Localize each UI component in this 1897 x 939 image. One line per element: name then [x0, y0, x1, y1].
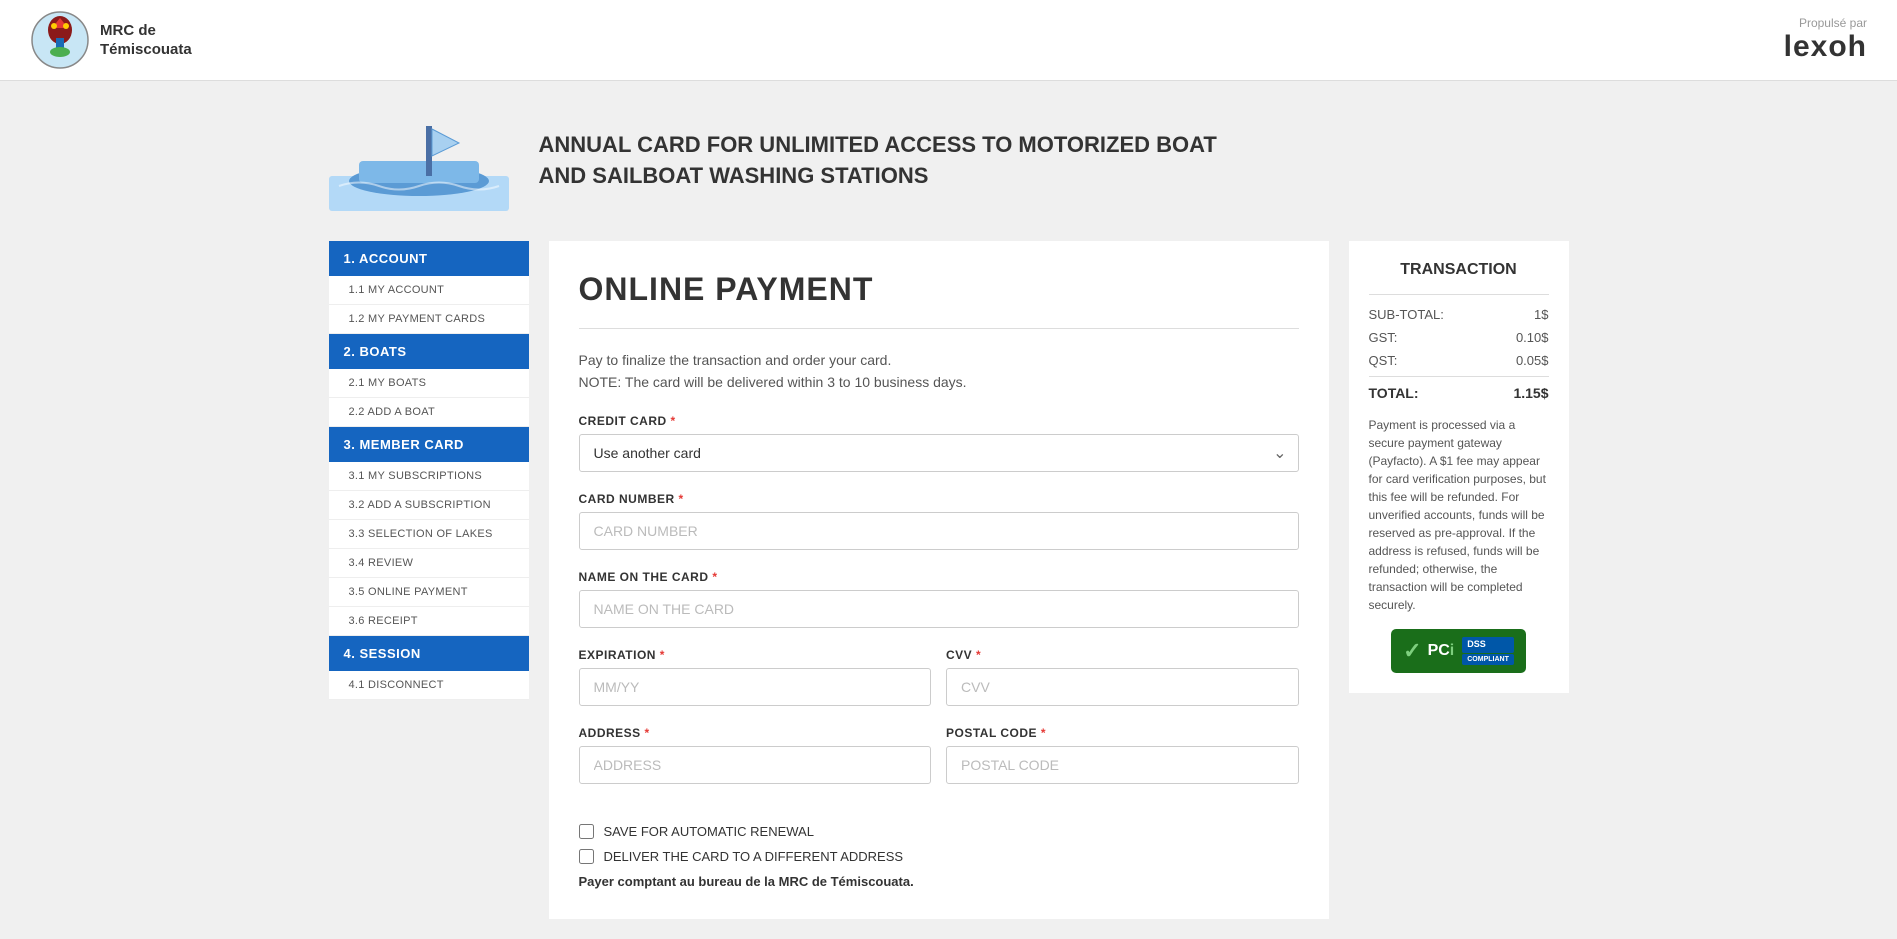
sidebar-item-add-boat[interactable]: 2.2 ADD A BOAT	[329, 398, 529, 427]
required-star-5: *	[976, 648, 981, 662]
gst-value: 0.10$	[1516, 330, 1549, 345]
expiration-section: EXPIRATION *	[579, 648, 932, 706]
qst-row: QST: 0.05$	[1369, 353, 1549, 368]
card-number-input[interactable]	[579, 512, 1299, 550]
required-star: *	[671, 414, 676, 428]
logo-section: MRC de Témiscouata	[30, 10, 192, 70]
card-number-section: CARD NUMBER *	[579, 492, 1299, 550]
transaction-note: Payment is processed via a secure paymen…	[1369, 416, 1549, 614]
content-area: 1. ACCOUNT 1.1 MY ACCOUNT 1.2 MY PAYMENT…	[329, 241, 1569, 919]
sidebar-section-member-card[interactable]: 3. MEMBER CARD	[329, 427, 529, 462]
product-header: ANNUAL CARD FOR UNLIMITED ACCESS TO MOTO…	[329, 101, 1569, 221]
address-section: ADDRESS *	[579, 726, 932, 784]
address-col: ADDRESS *	[579, 726, 932, 804]
credit-card-select-wrapper: Use another card ⌄	[579, 434, 1299, 472]
intro-text: Pay to finalize the transaction and orde…	[579, 349, 1299, 394]
card-number-label: CARD NUMBER *	[579, 492, 1299, 506]
renewal-checkbox-item: SAVE FOR AUTOMATIC RENEWAL	[579, 824, 1299, 839]
brand-name: lexoh	[1784, 30, 1867, 64]
sidebar-item-my-subscriptions[interactable]: 3.1 MY SUBSCRIPTIONS	[329, 462, 529, 491]
address-label: ADDRESS *	[579, 726, 932, 740]
transaction-box: TRANSACTION SUB-TOTAL: 1$ GST: 0.10$ QST…	[1349, 241, 1569, 693]
sidebar-section-boats[interactable]: 2. BOATS	[329, 334, 529, 369]
renewal-checkbox-label: SAVE FOR AUTOMATIC RENEWAL	[604, 824, 814, 839]
deliver-checkbox-label: DELIVER THE CARD TO A DIFFERENT ADDRESS	[604, 849, 904, 864]
expiration-col: EXPIRATION *	[579, 648, 932, 726]
cvv-section: CVV *	[946, 648, 1299, 706]
required-star-3: *	[712, 570, 717, 584]
credit-card-select[interactable]: Use another card	[579, 434, 1299, 472]
qst-value: 0.05$	[1516, 353, 1549, 368]
sidebar-section-session[interactable]: 4. SESSION	[329, 636, 529, 671]
main-panel: ONLINE PAYMENT Pay to finalize the trans…	[549, 241, 1329, 919]
expiration-label: EXPIRATION *	[579, 648, 932, 662]
header: MRC de Témiscouata Propulsé par lexoh	[0, 0, 1897, 81]
subtotal-value: 1$	[1534, 307, 1548, 322]
sidebar-section-account[interactable]: 1. ACCOUNT	[329, 241, 529, 276]
subtotal-row: SUB-TOTAL: 1$	[1369, 307, 1549, 322]
gst-label: GST:	[1369, 330, 1398, 345]
cash-note: Payer comptant au bureau de la MRC de Té…	[579, 874, 1299, 889]
sidebar-item-payment-cards[interactable]: 1.2 MY PAYMENT CARDS	[329, 305, 529, 334]
sidebar-item-review[interactable]: 3.4 REVIEW	[329, 549, 529, 578]
postal-code-section: POSTAL CODE *	[946, 726, 1299, 784]
powered-by-section: Propulsé par lexoh	[1784, 16, 1867, 64]
name-on-card-input[interactable]	[579, 590, 1299, 628]
transaction-title: TRANSACTION	[1369, 261, 1549, 279]
postal-code-input[interactable]	[946, 746, 1299, 784]
product-title: ANNUAL CARD FOR UNLIMITED ACCESS TO MOTO…	[539, 130, 1217, 192]
name-on-card-label: NAME ON THE CARD *	[579, 570, 1299, 584]
pci-checkmark-icon: ✓	[1403, 638, 1421, 664]
cvv-input[interactable]	[946, 668, 1299, 706]
title-divider	[579, 328, 1299, 329]
pci-badge: ✓ PCi DSS COMPLIANT	[1369, 629, 1549, 673]
total-value: 1.15$	[1513, 385, 1548, 401]
postal-code-col: POSTAL CODE *	[946, 726, 1299, 804]
main-content: ANNUAL CARD FOR UNLIMITED ACCESS TO MOTO…	[309, 81, 1589, 939]
address-input[interactable]	[579, 746, 932, 784]
required-star-6: *	[645, 726, 650, 740]
transaction-panel: TRANSACTION SUB-TOTAL: 1$ GST: 0.10$ QST…	[1349, 241, 1569, 693]
deliver-checkbox[interactable]	[579, 849, 594, 864]
cvv-col: CVV *	[946, 648, 1299, 726]
expiration-cvv-row: EXPIRATION * CVV *	[579, 648, 1299, 726]
postal-code-label: POSTAL CODE *	[946, 726, 1299, 740]
sidebar-item-add-subscription[interactable]: 3.2 ADD A SUBSCRIPTION	[329, 491, 529, 520]
address-postal-row: ADDRESS * POSTAL CODE *	[579, 726, 1299, 804]
name-on-card-section: NAME ON THE CARD *	[579, 570, 1299, 628]
boat-icon	[329, 111, 509, 211]
qst-label: QST:	[1369, 353, 1398, 368]
page-title: ONLINE PAYMENT	[579, 271, 1299, 308]
total-label: TOTAL:	[1369, 385, 1419, 401]
required-star-2: *	[679, 492, 684, 506]
sidebar-item-receipt[interactable]: 3.6 RECEIPT	[329, 607, 529, 636]
sidebar-item-my-account[interactable]: 1.1 MY ACCOUNT	[329, 276, 529, 305]
required-star-7: *	[1041, 726, 1046, 740]
sidebar-item-selection-lakes[interactable]: 3.3 SELECTION OF LAKES	[329, 520, 529, 549]
sidebar-item-my-boats[interactable]: 2.1 MY BOATS	[329, 369, 529, 398]
credit-card-section: Credit card * Use another card ⌄	[579, 414, 1299, 472]
deliver-checkbox-item: DELIVER THE CARD TO A DIFFERENT ADDRESS	[579, 849, 1299, 864]
logo-text: MRC de Témiscouata	[100, 21, 192, 60]
logo-icon	[30, 10, 90, 70]
total-row: TOTAL: 1.15$	[1369, 376, 1549, 401]
expiration-input[interactable]	[579, 668, 932, 706]
dss-label: DSS COMPLIANT	[1462, 637, 1514, 665]
sidebar: 1. ACCOUNT 1.1 MY ACCOUNT 1.2 MY PAYMENT…	[329, 241, 529, 700]
gst-row: GST: 0.10$	[1369, 330, 1549, 345]
pci-label: PCi	[1428, 642, 1455, 660]
sidebar-item-disconnect[interactable]: 4.1 DISCONNECT	[329, 671, 529, 700]
subtotal-label: SUB-TOTAL:	[1369, 307, 1444, 322]
powered-by-label: Propulsé par	[1784, 16, 1867, 30]
checkbox-section: SAVE FOR AUTOMATIC RENEWAL DELIVER THE C…	[579, 824, 1299, 864]
required-star-4: *	[660, 648, 665, 662]
cvv-label: CVV *	[946, 648, 1299, 662]
renewal-checkbox[interactable]	[579, 824, 594, 839]
credit-card-label: Credit card *	[579, 414, 1299, 428]
sidebar-item-online-payment[interactable]: 3.5 ONLINE PAYMENT	[329, 578, 529, 607]
